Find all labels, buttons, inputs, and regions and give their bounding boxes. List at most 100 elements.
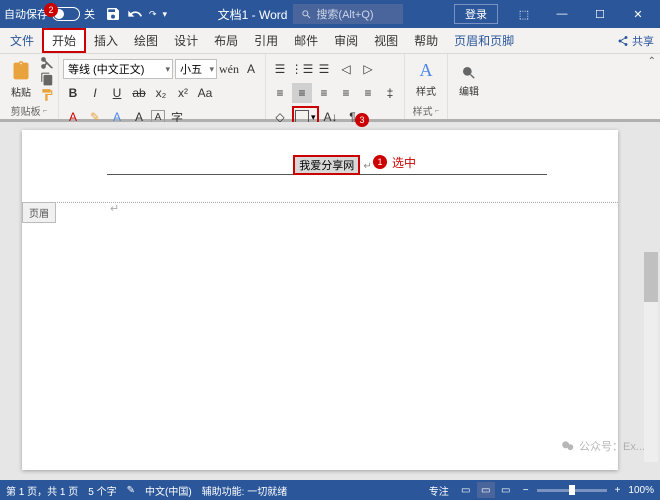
- tab-layout[interactable]: 布局: [206, 28, 246, 53]
- styles-label: 样式: [413, 103, 433, 118]
- italic-button[interactable]: I: [85, 83, 105, 103]
- collapse-ribbon-icon[interactable]: ⌃: [648, 56, 656, 67]
- align-center-icon[interactable]: ≡: [292, 83, 312, 103]
- cut-icon[interactable]: [40, 56, 54, 70]
- bold-button[interactable]: B: [63, 83, 83, 103]
- paste-icon: [11, 60, 31, 82]
- autosave-state: 关: [84, 6, 95, 22]
- share-label: 共享: [632, 33, 654, 49]
- quick-access-toolbar: ↷ ▾: [105, 6, 167, 22]
- subscript-button[interactable]: x₂: [151, 83, 171, 103]
- zoom-level[interactable]: 100%: [628, 485, 654, 496]
- close-icon[interactable]: ✕: [620, 1, 656, 27]
- focus-mode[interactable]: 专注: [429, 483, 449, 498]
- phonetic-guide-icon[interactable]: Aa: [195, 83, 215, 103]
- numbering-icon[interactable]: ⋮☰: [292, 59, 312, 79]
- styles-btn-label: 样式: [416, 83, 436, 98]
- tab-mailings[interactable]: 邮件: [286, 28, 326, 53]
- title-bar: 自动保存 关 ↷ ▾ 文档1 - Word 搜索(Alt+Q) 登录 ⬚ — ☐…: [0, 0, 660, 28]
- search-placeholder: 搜索(Alt+Q): [316, 6, 373, 22]
- dialog-launcher-icon[interactable]: ⌐: [435, 106, 440, 115]
- watermark: 公众号：Ex...: [561, 438, 645, 454]
- read-mode-icon[interactable]: ▭: [457, 482, 475, 498]
- group-styles: A 样式 样式⌐: [405, 54, 448, 119]
- view-switcher: ▭ ▭ ▭: [457, 482, 515, 498]
- align-left-icon[interactable]: ≡: [270, 83, 290, 103]
- distribute-icon[interactable]: ≡: [358, 83, 378, 103]
- tab-review[interactable]: 审阅: [326, 28, 366, 53]
- wechat-icon: [561, 439, 575, 453]
- print-layout-icon[interactable]: ▭: [477, 482, 495, 498]
- tab-help[interactable]: 帮助: [406, 28, 446, 53]
- share-icon: [617, 35, 629, 47]
- zoom-out-icon[interactable]: −: [523, 485, 529, 496]
- justify-icon[interactable]: ≡: [336, 83, 356, 103]
- grow-font-icon[interactable]: wén: [219, 59, 239, 79]
- text-predictions-icon[interactable]: ✎: [127, 485, 135, 496]
- tab-view[interactable]: 视图: [366, 28, 406, 53]
- group-editing: 编辑: [448, 54, 490, 119]
- document-area: 我爱分享网 ↵ 页眉 ↵ 1 选中 公众号：Ex...: [0, 122, 660, 482]
- strikethrough-button[interactable]: ab: [129, 83, 149, 103]
- document-title: 文档1 - Word: [218, 6, 288, 23]
- search-box[interactable]: 搜索(Alt+Q): [293, 4, 403, 24]
- annotation-3: 3: [355, 113, 369, 127]
- login-button[interactable]: 登录: [454, 4, 498, 24]
- format-painter-icon[interactable]: [40, 88, 54, 102]
- scrollbar-thumb[interactable]: [644, 252, 658, 302]
- header-text[interactable]: 我爱分享网: [293, 155, 360, 175]
- ribbon-display-icon[interactable]: ⬚: [506, 1, 542, 27]
- group-font: 等线 (中文正文) 小五 wén A B I U ab x₂ x² Aa A ✎…: [59, 54, 266, 119]
- decrease-indent-icon[interactable]: ◁: [336, 59, 356, 79]
- increase-indent-icon[interactable]: ▷: [358, 59, 378, 79]
- tab-file[interactable]: 文件: [0, 28, 42, 53]
- status-bar: 第 1 页，共 1 页 5 个字 ✎ 中文(中国) 辅助功能: 一切就绪 专注 …: [0, 480, 660, 500]
- paste-label: 粘贴: [11, 84, 31, 99]
- accessibility[interactable]: 辅助功能: 一切就绪: [202, 483, 288, 498]
- editing-button[interactable]: 编辑: [452, 65, 486, 98]
- font-size-select[interactable]: 小五: [175, 59, 217, 79]
- minimize-icon[interactable]: —: [544, 1, 580, 27]
- undo-icon[interactable]: [127, 6, 143, 22]
- header-area[interactable]: 我爱分享网 ↵: [107, 155, 558, 175]
- tab-insert[interactable]: 插入: [86, 28, 126, 53]
- dialog-launcher-icon[interactable]: ⌐: [43, 106, 48, 115]
- group-paragraph: ☰ ⋮☰ ☰ ◁ ▷ ≡ ≡ ≡ ≡ ≡ ‡ ◇ ▾ A↓: [266, 54, 405, 119]
- superscript-button[interactable]: x²: [173, 83, 193, 103]
- word-count[interactable]: 5 个字: [88, 483, 116, 498]
- tab-design[interactable]: 设计: [166, 28, 206, 53]
- multilevel-icon[interactable]: ☰: [314, 59, 334, 79]
- tab-home[interactable]: 开始: [42, 28, 86, 53]
- zoom-slider[interactable]: [537, 489, 607, 492]
- bullets-icon[interactable]: ☰: [270, 59, 290, 79]
- web-layout-icon[interactable]: ▭: [497, 482, 515, 498]
- paragraph-mark-icon: ↵: [110, 202, 119, 215]
- annotation-selected-label: 选中: [392, 154, 416, 171]
- styles-button[interactable]: A 样式: [409, 60, 443, 98]
- change-case-icon[interactable]: A: [241, 59, 261, 79]
- line-spacing-icon[interactable]: ‡: [380, 83, 400, 103]
- page-count[interactable]: 第 1 页，共 1 页: [6, 483, 78, 498]
- redo-icon[interactable]: ↷: [149, 9, 157, 20]
- vertical-scrollbar[interactable]: [644, 252, 658, 462]
- window-controls: 登录 ⬚ — ☐ ✕: [454, 1, 656, 27]
- title-center: 文档1 - Word 搜索(Alt+Q): [167, 4, 454, 24]
- tab-references[interactable]: 引用: [246, 28, 286, 53]
- font-family-select[interactable]: 等线 (中文正文): [63, 59, 173, 79]
- page[interactable]: 我爱分享网 ↵ 页眉 ↵: [22, 130, 618, 470]
- align-right-icon[interactable]: ≡: [314, 83, 334, 103]
- annotation-2: 2: [44, 3, 58, 17]
- zoom-in-icon[interactable]: +: [615, 485, 621, 496]
- share-button[interactable]: 共享: [617, 28, 654, 53]
- save-icon[interactable]: [105, 6, 121, 22]
- search-icon: [301, 9, 312, 20]
- editing-label: 编辑: [459, 83, 479, 98]
- tab-header-footer[interactable]: 页眉和页脚: [446, 28, 522, 53]
- header-tab-label: 页眉: [22, 202, 56, 223]
- paste-button[interactable]: 粘贴: [4, 60, 38, 99]
- tab-draw[interactable]: 绘图: [126, 28, 166, 53]
- copy-icon[interactable]: [40, 72, 54, 86]
- underline-button[interactable]: U: [107, 83, 127, 103]
- maximize-icon[interactable]: ☐: [582, 1, 618, 27]
- language[interactable]: 中文(中国): [145, 483, 192, 498]
